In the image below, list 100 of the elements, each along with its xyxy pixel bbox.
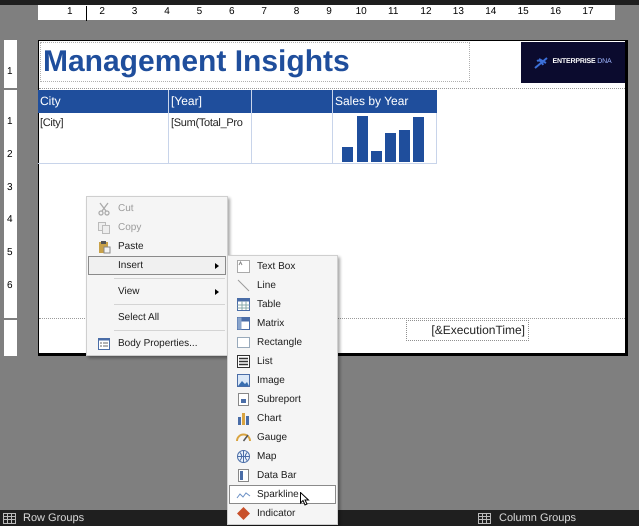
gauge-icon [236, 433, 251, 442]
ruler-number: 4 [7, 214, 13, 226]
ruler-number: 10 [356, 6, 367, 18]
ruler-number: 2 [99, 6, 105, 18]
line-icon [236, 278, 251, 293]
status-label[interactable]: Row Groups [23, 511, 84, 526]
subreport-icon [236, 392, 251, 407]
rectangle-icon [236, 335, 251, 350]
menu-item[interactable]: Matrix [229, 314, 336, 333]
table-cell[interactable] [333, 113, 437, 164]
submenu-arrow-icon [215, 262, 219, 268]
globe-icon [236, 449, 251, 464]
table-cell[interactable]: [Sum(Total_Pro [169, 113, 252, 164]
menu-item-label: Line [257, 279, 276, 293]
menu-item[interactable]: Indicator [229, 504, 336, 523]
menu-item[interactable]: Line [229, 276, 336, 295]
menu-item-label: Sparkline [257, 488, 299, 502]
menu-item[interactable]: Map [229, 447, 336, 466]
image-icon [236, 373, 251, 388]
ruler-number: 4 [164, 6, 170, 18]
footer-text-box[interactable]: [&ExecutionTime] [406, 320, 529, 341]
ruler-number: 5 [196, 6, 202, 18]
table-header-cell[interactable]: City [38, 90, 169, 113]
table-header-cell[interactable]: [Year] [169, 90, 252, 113]
table-header-cell[interactable]: Sales by Year [333, 90, 437, 113]
menu-item[interactable]: Chart [229, 409, 336, 428]
ruler-number: 1 [7, 66, 13, 78]
menu-item-label: Select All [118, 311, 160, 325]
menu-item-label: Text Box [257, 260, 296, 274]
scissors-icon [96, 202, 110, 216]
menu-item-label: Matrix [257, 317, 284, 331]
menu-item-label: Paste [118, 240, 145, 254]
table-icon [236, 297, 251, 312]
menu-item-label: Gauge [257, 431, 288, 445]
menu-item[interactable]: Paste [88, 237, 226, 256]
menu-item[interactable]: Text Box [229, 257, 336, 276]
menu-item[interactable]: Image [229, 371, 336, 390]
diamond-icon [236, 506, 251, 521]
vertical-ruler [4, 320, 17, 356]
menu-item-label: Cut [118, 202, 135, 216]
matrix-icon [236, 316, 251, 331]
ruler-number: 2 [7, 148, 13, 161]
ruler-number: 1 [67, 6, 73, 18]
menu-item[interactable]: Rectangle [229, 333, 336, 352]
ruler-number: 7 [261, 6, 267, 18]
ruler-number: 3 [132, 6, 138, 18]
menu-item-label: Rectangle [257, 336, 302, 350]
mouse-cursor-icon [300, 492, 310, 506]
menu-item[interactable]: Insert [88, 256, 226, 275]
menu-item[interactable]: View [88, 282, 226, 301]
menu-item-label: List [257, 355, 273, 369]
ruler-number: 13 [452, 6, 464, 18]
menu-item-label: Data Bar [257, 469, 296, 483]
menu-item-label: Chart [257, 412, 282, 426]
ruler-number: 16 [550, 6, 562, 18]
menu-item-label: Subreport [257, 393, 301, 407]
grid-icon [478, 513, 491, 524]
ruler-number: 3 [7, 182, 13, 194]
menu-item[interactable]: Sparkline [229, 485, 336, 504]
menu-item-label: Body Properties... [118, 337, 198, 351]
table-cell[interactable] [252, 113, 333, 164]
helix-icon [534, 56, 548, 68]
menu-item[interactable]: Gauge [229, 428, 336, 447]
bar-chart-icon [236, 411, 251, 426]
table-cell[interactable]: [City] [38, 113, 169, 164]
menu-item[interactable]: Data Bar [229, 466, 336, 485]
report-title[interactable]: Management Insights [40, 42, 470, 82]
copy-icon [96, 220, 110, 234]
ruler-number: 17 [582, 6, 594, 18]
text-box-icon [236, 259, 251, 274]
ruler-number: 9 [326, 6, 332, 18]
ruler-number: 6 [7, 280, 13, 292]
menu-item-label: Indicator [257, 507, 296, 521]
ruler-number: 14 [485, 6, 496, 18]
menu-item[interactable]: Subreport [229, 390, 336, 409]
menu-item-label: Copy [118, 221, 142, 235]
menu-item-label: Insert [118, 259, 144, 273]
ruler-number: 1 [7, 116, 13, 128]
ruler-number: 12 [420, 6, 432, 18]
menu-item[interactable]: Body Properties... [88, 334, 226, 353]
ruler-number: 15 [518, 6, 529, 18]
status-label[interactable]: Column Groups [499, 511, 576, 526]
list-icon [236, 354, 251, 369]
ruler-number: 11 [388, 6, 398, 18]
menu-item[interactable]: Select All [88, 308, 226, 327]
menu-item[interactable]: List [229, 352, 336, 371]
submenu-arrow-icon [215, 288, 219, 294]
menu-item-label: Table [257, 298, 281, 312]
properties-icon [96, 336, 110, 350]
clipboard-icon [96, 240, 110, 254]
ruler-number: 6 [229, 6, 235, 18]
menu-item[interactable]: Table [229, 295, 336, 314]
menu-item-label: View [118, 285, 140, 299]
grid-icon [3, 513, 16, 524]
data-bar-icon [236, 468, 251, 483]
ruler-number: 5 [7, 247, 13, 260]
table-header-cell[interactable] [252, 90, 333, 113]
menu-item-label: Map [257, 450, 276, 464]
ruler-number: 8 [294, 6, 300, 18]
menu-item-label: Image [257, 374, 285, 388]
